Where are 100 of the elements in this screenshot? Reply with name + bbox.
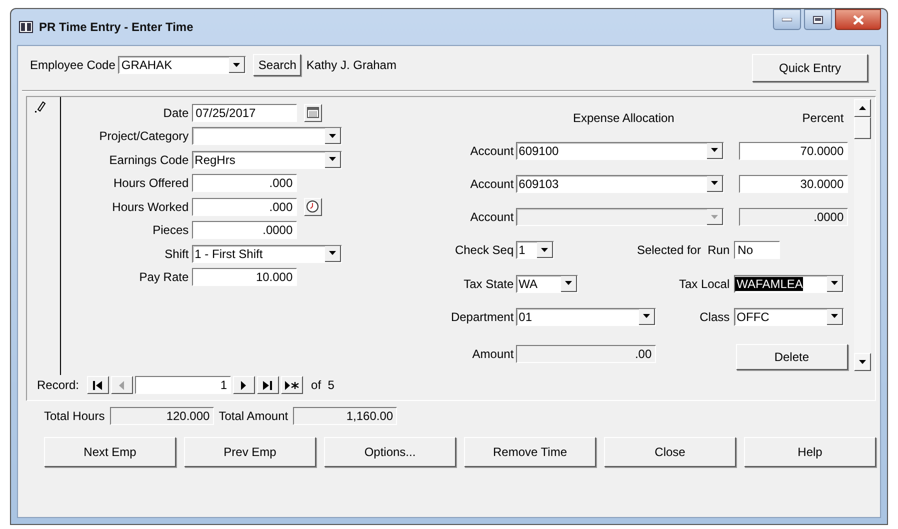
close-button[interactable] (835, 9, 881, 30)
close-icon (852, 14, 864, 24)
field-label: Selected for Run (636, 243, 730, 258)
caret-icon (710, 214, 718, 219)
field-label: Hours Offered (114, 176, 189, 190)
input-field[interactable]: 07/25/2017 (192, 104, 297, 122)
clock-icon (306, 200, 320, 214)
down-arrow-icon (858, 360, 866, 364)
action-button[interactable]: Remove Time (464, 437, 596, 467)
caret-icon (710, 148, 718, 152)
first-record-button[interactable] (87, 376, 110, 394)
combo-box[interactable]: WAFAMLEA (734, 274, 844, 293)
delete-button[interactable]: Delete (736, 344, 848, 370)
input-field[interactable]: 1 (135, 376, 232, 394)
field-label: Pieces (152, 223, 189, 238)
last-record-button[interactable] (257, 376, 280, 394)
combo-box[interactable]: GRAHAK (118, 56, 246, 74)
field-label: Total Hours (44, 409, 105, 423)
dropdown-button[interactable] (324, 128, 341, 144)
field-label: Class (700, 310, 730, 324)
combo-box[interactable]: 609103 (516, 174, 724, 193)
caret-icon (830, 314, 838, 318)
new-record-icon (285, 380, 300, 390)
dropdown-button[interactable] (826, 308, 843, 325)
dropdown-button[interactable] (560, 276, 577, 292)
last-record-icon (263, 380, 274, 390)
caret-icon (564, 281, 572, 286)
record-count: of 5 (311, 378, 334, 392)
combo-box[interactable]: 01 (516, 308, 656, 326)
caret-icon (328, 251, 336, 256)
restore-icon (813, 16, 823, 24)
input-field[interactable]: 30.0000 (738, 174, 848, 193)
dropdown-button[interactable] (229, 57, 246, 73)
first-record-icon (93, 380, 104, 390)
dropdown-button[interactable] (324, 246, 341, 262)
pencil-icon (35, 101, 47, 113)
action-button[interactable]: Help (744, 437, 876, 467)
field-label: Check Seq (454, 243, 514, 258)
dropdown-button[interactable] (706, 142, 723, 159)
field-label: Department (450, 310, 514, 324)
record-label: Record: (37, 378, 80, 392)
combo-box[interactable] (192, 127, 342, 146)
combo-box[interactable]: RegHrs (192, 150, 342, 169)
input-field[interactable]: .000 (192, 198, 297, 216)
dropdown-button[interactable] (638, 308, 655, 325)
previous-record-button[interactable] (111, 376, 134, 394)
field-label: Project/Category (99, 129, 189, 144)
caret-icon (830, 281, 838, 286)
next-record-button[interactable] (233, 376, 256, 394)
scroll-down-button[interactable] (854, 353, 871, 371)
field-label: Date (163, 106, 189, 120)
combo-box[interactable]: 1 (516, 241, 554, 260)
minimize-button[interactable] (773, 9, 801, 30)
field-label: Account (470, 210, 514, 224)
field-label: Account (470, 144, 514, 158)
input-field[interactable]: 1,160.00 (293, 407, 398, 425)
caret-icon (710, 181, 718, 186)
caret-icon (540, 248, 548, 252)
minimize-icon (782, 18, 792, 22)
action-button[interactable]: Options... (324, 437, 456, 467)
field-label: Shift (164, 246, 189, 261)
caret-icon (233, 62, 240, 66)
employee-name: Kathy J. Graham (306, 58, 396, 72)
quick-entry-button[interactable]: Quick Entry (752, 54, 868, 82)
dropdown-button[interactable] (536, 242, 553, 258)
field-label: Total Amount (218, 409, 288, 423)
input-field[interactable]: 10.000 (192, 268, 297, 286)
window-title: PR Time Entry - Enter Time (39, 20, 194, 34)
app-icon (19, 21, 33, 33)
caret-icon (328, 134, 336, 138)
field-label: Tax Local (678, 276, 730, 291)
scroll-up-button[interactable] (854, 99, 871, 117)
new-record-button[interactable] (281, 376, 304, 394)
field-label: Pay Rate (139, 270, 189, 284)
clock-button[interactable] (304, 198, 322, 216)
column-header: Expense Allocation (572, 110, 674, 125)
calendar-button[interactable] (304, 104, 322, 122)
field-label: Earnings Code (109, 152, 189, 167)
input-field[interactable]: No (734, 241, 780, 260)
combo-box[interactable]: WA (516, 274, 578, 293)
dropdown-button[interactable] (826, 276, 843, 292)
dropdown-button[interactable] (324, 152, 341, 168)
action-button[interactable]: Prev Emp (184, 437, 316, 467)
maximize-button[interactable] (804, 9, 832, 30)
scroll-thumb[interactable] (854, 117, 871, 139)
combo-box[interactable]: 609100 (516, 142, 724, 160)
action-button[interactable]: Next Emp (44, 437, 176, 467)
input-field[interactable]: .000 (192, 174, 297, 192)
action-button[interactable]: Close (604, 437, 736, 467)
input-field[interactable]: 70.0000 (738, 142, 848, 160)
dropdown-button[interactable] (706, 176, 723, 192)
combo-box[interactable]: 1 - First Shift (192, 244, 342, 263)
input-field[interactable]: .0000 (192, 221, 297, 240)
field-label: Account (470, 176, 514, 191)
up-arrow-icon (858, 106, 866, 110)
search-button[interactable]: Search (253, 54, 302, 76)
column-header: Percent (802, 110, 845, 125)
combo-box[interactable]: OFFC (734, 308, 844, 326)
input-field[interactable]: 120.000 (110, 407, 214, 425)
calendar-icon (306, 107, 319, 118)
